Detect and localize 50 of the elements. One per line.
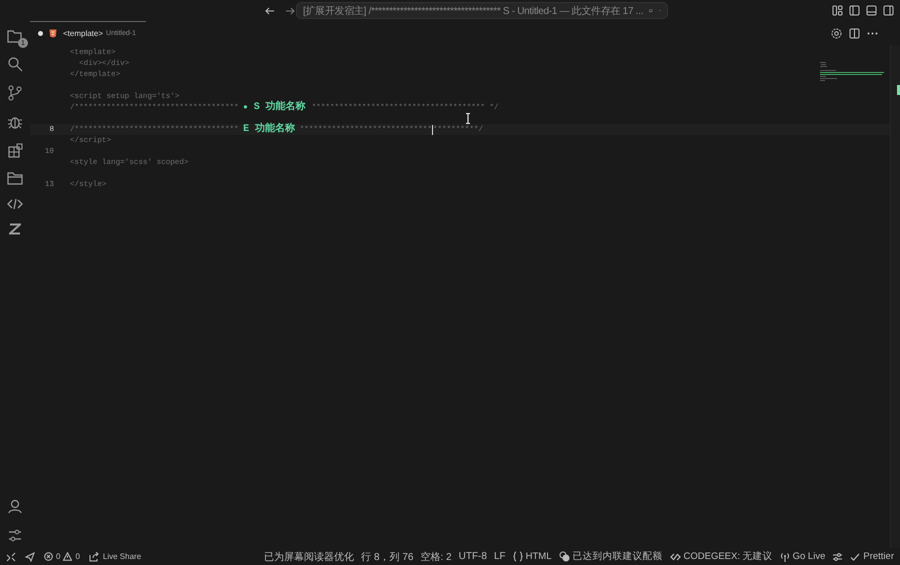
- split-editor-icon[interactable]: [849, 28, 860, 38]
- customize-layout-icon[interactable]: [832, 5, 843, 16]
- broadcast-icon: [780, 552, 790, 562]
- folder-icon[interactable]: [7, 171, 23, 185]
- code-icon[interactable]: [7, 198, 23, 210]
- error-icon: [44, 552, 53, 561]
- search-icon[interactable]: [7, 56, 23, 72]
- live-share-button[interactable]: Live Share: [88, 552, 142, 562]
- problems-button[interactable]: 0 0: [44, 552, 80, 561]
- prettier-button[interactable]: Prettier: [850, 551, 894, 562]
- sidebar-toggle-icon[interactable]: [849, 5, 860, 16]
- go-live-button[interactable]: Go Live: [780, 551, 826, 562]
- settings-sliders-icon[interactable]: [832, 552, 844, 562]
- extensions-icon[interactable]: [8, 143, 22, 158]
- code-text: E 功能名称: [243, 124, 296, 135]
- language-mode-button[interactable]: HTML: [512, 551, 552, 562]
- code-icon: [670, 552, 680, 560]
- suggestion-quota-button[interactable]: 已达到内联建议配额: [558, 550, 662, 563]
- minimap-drawing: [820, 61, 884, 81]
- back-arrow-icon[interactable]: [265, 6, 275, 16]
- check-icon: [850, 552, 860, 560]
- codegeex-button[interactable]: CODEGEEX: 无建议: [670, 550, 773, 563]
- status-item[interactable]: 空格: 2: [420, 550, 452, 564]
- manage-icon[interactable]: [8, 529, 22, 542]
- panel-toggle-icon[interactable]: [866, 5, 877, 16]
- paper-plane-icon[interactable]: [25, 552, 35, 562]
- status-item[interactable]: LF: [494, 551, 506, 562]
- status-item[interactable]: 已为屏幕阅读器优化: [264, 550, 354, 564]
- file-type-icon: [49, 29, 57, 38]
- code-text: S 功能名称: [252, 102, 307, 113]
- scroll-marker-icon: [897, 85, 900, 95]
- forward-arrow-icon[interactable]: [285, 6, 295, 16]
- files-icon[interactable]: [7, 29, 23, 43]
- scrollbar[interactable]: [890, 45, 900, 548]
- command-center[interactable]: [扩展开发宿主] /************************************ S - Untitled-1 — 此文件存在 17 ...: [296, 2, 668, 19]
- status-item[interactable]: UTF-8: [458, 551, 487, 562]
- z-logo-icon[interactable]: [9, 223, 21, 235]
- more-icon[interactable]: [867, 32, 878, 34]
- share-icon: [88, 552, 100, 562]
- gear-icon[interactable]: [831, 28, 842, 38]
- braces-icon: [512, 551, 523, 562]
- account-icon[interactable]: [8, 499, 22, 514]
- status-item[interactable]: 行 8，列 76: [361, 550, 414, 564]
- source-control-icon[interactable]: [8, 85, 22, 101]
- text-cursor-icon: [465, 113, 471, 124]
- circles-icon: [558, 551, 570, 562]
- secondary-sidebar-icon[interactable]: [883, 5, 894, 16]
- modified-dot-icon: [38, 31, 43, 36]
- remote-icon[interactable]: [6, 552, 16, 562]
- warning-icon: [63, 552, 72, 561]
